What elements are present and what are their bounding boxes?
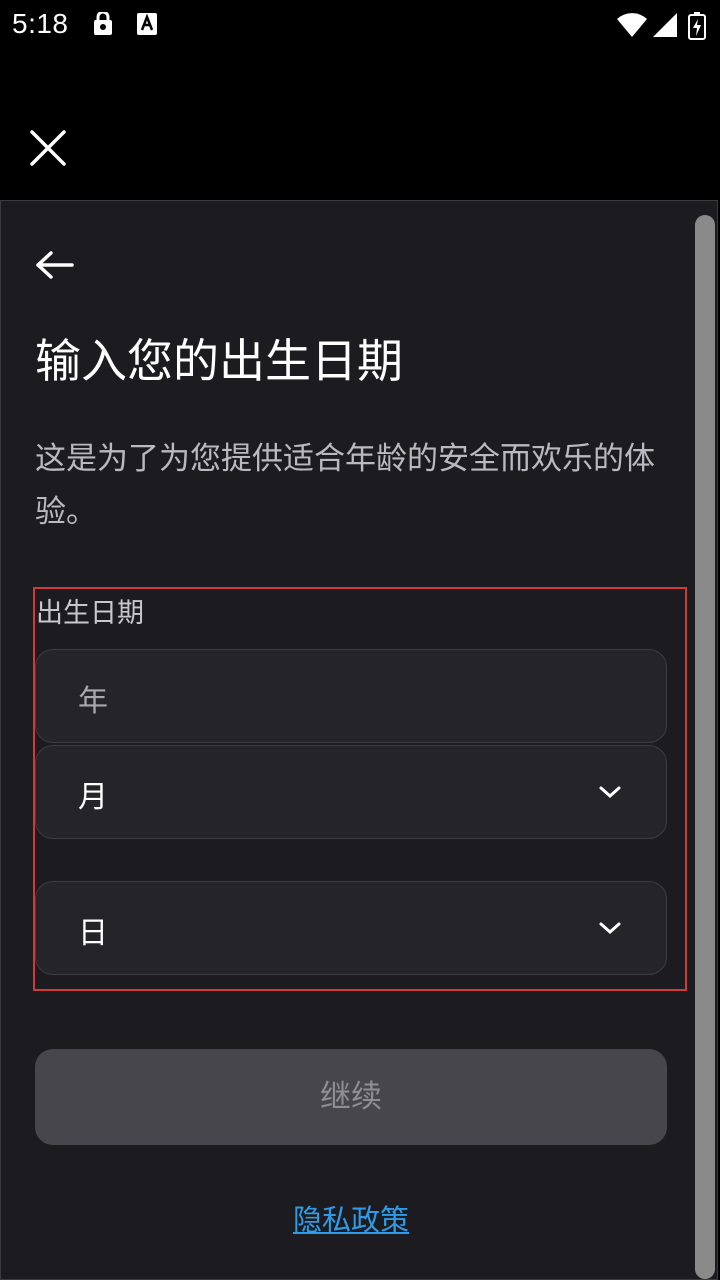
day-value: 日 xyxy=(78,916,108,951)
close-icon xyxy=(30,130,66,166)
continue-button[interactable]: 继续 xyxy=(35,1049,667,1145)
chevron-down-icon xyxy=(599,786,621,799)
back-arrow-icon xyxy=(36,251,74,279)
month-value: 月 xyxy=(78,780,108,815)
status-time: 5:18 xyxy=(12,8,69,39)
month-select[interactable]: 月 xyxy=(35,745,667,839)
close-button[interactable] xyxy=(26,126,70,170)
chevron-down-icon xyxy=(599,922,621,935)
lock-notification-icon xyxy=(94,12,112,35)
privacy-container: 隐私政策 xyxy=(1,1197,701,1239)
back-button[interactable] xyxy=(33,245,77,285)
battery-icon xyxy=(688,12,706,40)
signal-icon xyxy=(653,13,677,37)
status-bar: 5:18 xyxy=(0,0,720,48)
privacy-policy-link[interactable]: 隐私政策 xyxy=(293,1203,409,1237)
birthdate-panel: 输入您的出生日期 这是为了为您提供适合年龄的安全而欢乐的体验。 出生日期 年 月… xyxy=(0,200,718,1280)
year-placeholder: 年 xyxy=(78,684,108,719)
page-title: 输入您的出生日期 xyxy=(35,334,403,388)
year-input[interactable]: 年 xyxy=(35,649,667,743)
font-notification-icon xyxy=(137,13,157,35)
page-subtitle: 这是为了为您提供适合年龄的安全而欢乐的体验。 xyxy=(35,441,655,530)
scrollbar[interactable] xyxy=(695,215,715,1279)
day-select[interactable]: 日 xyxy=(35,881,667,975)
birthdate-label: 出生日期 xyxy=(36,598,144,629)
wifi-icon xyxy=(617,13,647,37)
